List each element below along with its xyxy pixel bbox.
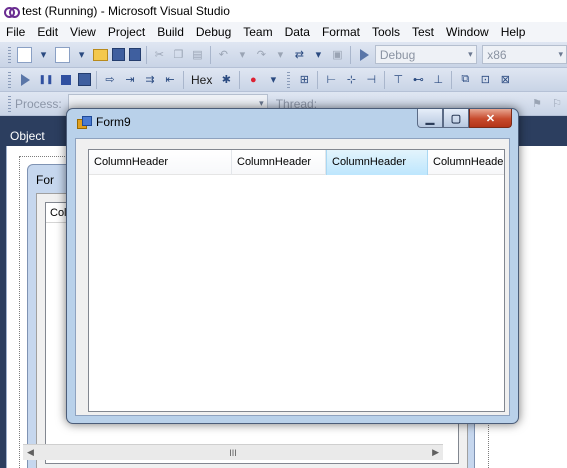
align-to-grid-icon[interactable]: ⊞ xyxy=(296,72,312,88)
solution-configuration-select[interactable]: Debug xyxy=(374,45,477,64)
step-into-icon[interactable]: ⇥ xyxy=(122,72,138,88)
align-middles-icon[interactable]: ⊷ xyxy=(410,72,426,88)
flag-icon[interactable]: ⚑ xyxy=(529,96,545,112)
menu-edit[interactable]: Edit xyxy=(31,22,64,42)
designer-horizontal-scrollbar[interactable]: ◀ III ▶ xyxy=(23,444,443,460)
restart-icon[interactable] xyxy=(78,73,91,86)
toolbar-separator xyxy=(209,45,211,64)
find-icon[interactable]: ▣ xyxy=(330,47,345,63)
form9-window[interactable]: Form9 ▁ ▢ ✕ ColumnHeader ColumnHeader Co… xyxy=(66,108,519,424)
toolbar-grip[interactable] xyxy=(8,71,11,88)
align-centers-icon[interactable]: ⊹ xyxy=(343,72,359,88)
step-out-icon[interactable]: ⇤ xyxy=(162,72,178,88)
listview-header: ColumnHeader ColumnHeader ColumnHeader C… xyxy=(89,150,504,175)
menu-tools[interactable]: Tools xyxy=(366,22,406,42)
flag-filter-icon[interactable]: ⚐ xyxy=(549,96,565,112)
dropdown-arrow-icon[interactable]: ▾ xyxy=(265,72,281,88)
designer-form-title: For xyxy=(36,173,54,187)
form9-title-bar[interactable]: Form9 xyxy=(77,115,131,129)
menu-data[interactable]: Data xyxy=(279,22,316,42)
toolbar-separator xyxy=(317,70,319,89)
show-next-statement-icon[interactable]: ⇨ xyxy=(102,72,118,88)
toolbar-separator xyxy=(96,70,97,89)
visual-studio-logo-icon xyxy=(4,6,20,18)
debug-toolbar: ⇨ ⇥ ⇉ ⇤ Hex ✱ ● ▾ ⊞ ⊢ ⊹ ⊣ ⊤ ⊷ ⊥ ⧉ ⊡ ⊠ xyxy=(0,68,567,92)
toolbar-grip[interactable] xyxy=(8,46,11,63)
break-all-icon[interactable] xyxy=(38,72,54,88)
close-button[interactable]: ✕ xyxy=(469,109,512,128)
save-icon[interactable] xyxy=(112,48,125,61)
menu-file[interactable]: File xyxy=(0,22,31,42)
save-all-icon[interactable] xyxy=(128,48,141,61)
minimize-button[interactable]: ▁ xyxy=(417,109,443,128)
align-rights-icon[interactable]: ⊣ xyxy=(363,72,379,88)
align-tops-icon[interactable]: ⊤ xyxy=(390,72,406,88)
column-header-3[interactable]: ColumnHeader xyxy=(326,150,428,175)
dropdown-arrow-icon[interactable]: ▾ xyxy=(273,47,288,63)
form9-client-area: ColumnHeader ColumnHeader ColumnHeader C… xyxy=(75,138,510,416)
scroll-grip[interactable]: III xyxy=(229,448,237,458)
menu-view[interactable]: View xyxy=(64,22,102,42)
toolbar-separator xyxy=(451,70,453,89)
add-item-icon[interactable] xyxy=(54,46,71,63)
form-icon xyxy=(77,116,92,129)
navigate-icon[interactable]: ⇄ xyxy=(292,47,307,63)
hex-toggle[interactable]: Hex xyxy=(191,73,212,87)
scroll-left-arrow-icon[interactable]: ◀ xyxy=(27,447,34,458)
bring-to-front-icon[interactable]: ⊠ xyxy=(497,72,513,88)
make-same-size-icon[interactable]: ⧉ xyxy=(457,72,473,88)
align-bottoms-icon[interactable]: ⊥ xyxy=(430,72,446,88)
toolbar-separator xyxy=(183,70,184,89)
stop-debugging-icon[interactable] xyxy=(61,74,71,85)
menu-help[interactable]: Help xyxy=(495,22,532,42)
cut-icon[interactable]: ✂ xyxy=(152,47,167,63)
column-header-1[interactable]: ColumnHeader xyxy=(89,150,232,175)
redo-icon[interactable]: ↷ xyxy=(254,47,269,63)
start-debugging-icon[interactable] xyxy=(359,48,369,61)
new-project-icon[interactable] xyxy=(16,46,32,63)
continue-icon[interactable] xyxy=(21,73,30,86)
scroll-right-arrow-icon[interactable]: ▶ xyxy=(432,447,439,458)
dropdown-arrow-icon[interactable]: ▾ xyxy=(36,47,51,63)
toolbar-grip[interactable] xyxy=(8,95,11,112)
menu-build[interactable]: Build xyxy=(151,22,190,42)
size-to-grid-icon[interactable]: ⊡ xyxy=(477,72,493,88)
form9-title: Form9 xyxy=(96,115,131,129)
toolbar-separator xyxy=(349,45,351,64)
process-label: Process: xyxy=(15,96,62,111)
tab-object-browser[interactable]: Object Bro xyxy=(0,126,66,163)
menu-window[interactable]: Window xyxy=(440,22,495,42)
listview[interactable]: ColumnHeader ColumnHeader ColumnHeader C… xyxy=(88,149,505,412)
window-controls: ▁ ▢ ✕ xyxy=(417,109,512,128)
vs-title-bar: test (Running) - Microsoft Visual Studio xyxy=(0,0,567,22)
dropdown-arrow-icon[interactable]: ▾ xyxy=(311,47,326,63)
open-file-icon[interactable] xyxy=(93,48,109,61)
menu-project[interactable]: Project xyxy=(102,22,151,42)
toolbar-separator xyxy=(384,70,386,89)
vs-window-title: test (Running) - Microsoft Visual Studio xyxy=(22,4,230,18)
solution-platform-select[interactable]: x86 xyxy=(482,45,567,64)
column-header-2[interactable]: ColumnHeader xyxy=(232,150,326,175)
stack-frame-icon[interactable]: ✱ xyxy=(218,72,234,88)
toolbar-separator xyxy=(145,45,147,64)
step-over-icon[interactable]: ⇉ xyxy=(142,72,158,88)
menu-debug[interactable]: Debug xyxy=(190,22,237,42)
maximize-button[interactable]: ▢ xyxy=(443,109,469,128)
align-lefts-icon[interactable]: ⊢ xyxy=(323,72,339,88)
paste-icon[interactable]: ▤ xyxy=(190,47,205,63)
undo-icon[interactable]: ↶ xyxy=(216,47,231,63)
column-header-4[interactable]: ColumnHeader xyxy=(428,150,504,175)
toolbar-separator xyxy=(239,70,241,89)
copy-icon[interactable]: ❐ xyxy=(171,47,186,63)
breakpoints-window-icon[interactable]: ● xyxy=(245,72,261,88)
toolbar-grip[interactable] xyxy=(287,71,291,88)
standard-toolbar: ▾ ▾ ✂ ❐ ▤ ↶ ▾ ↷ ▾ ⇄ ▾ ▣ Debug x86 xyxy=(0,42,567,68)
menu-format[interactable]: Format xyxy=(316,22,366,42)
menu-test[interactable]: Test xyxy=(406,22,440,42)
menu-bar: File Edit View Project Build Debug Team … xyxy=(0,22,567,42)
dropdown-arrow-icon[interactable]: ▾ xyxy=(235,47,250,63)
menu-team[interactable]: Team xyxy=(237,22,278,42)
dropdown-arrow-icon[interactable]: ▾ xyxy=(74,47,89,63)
